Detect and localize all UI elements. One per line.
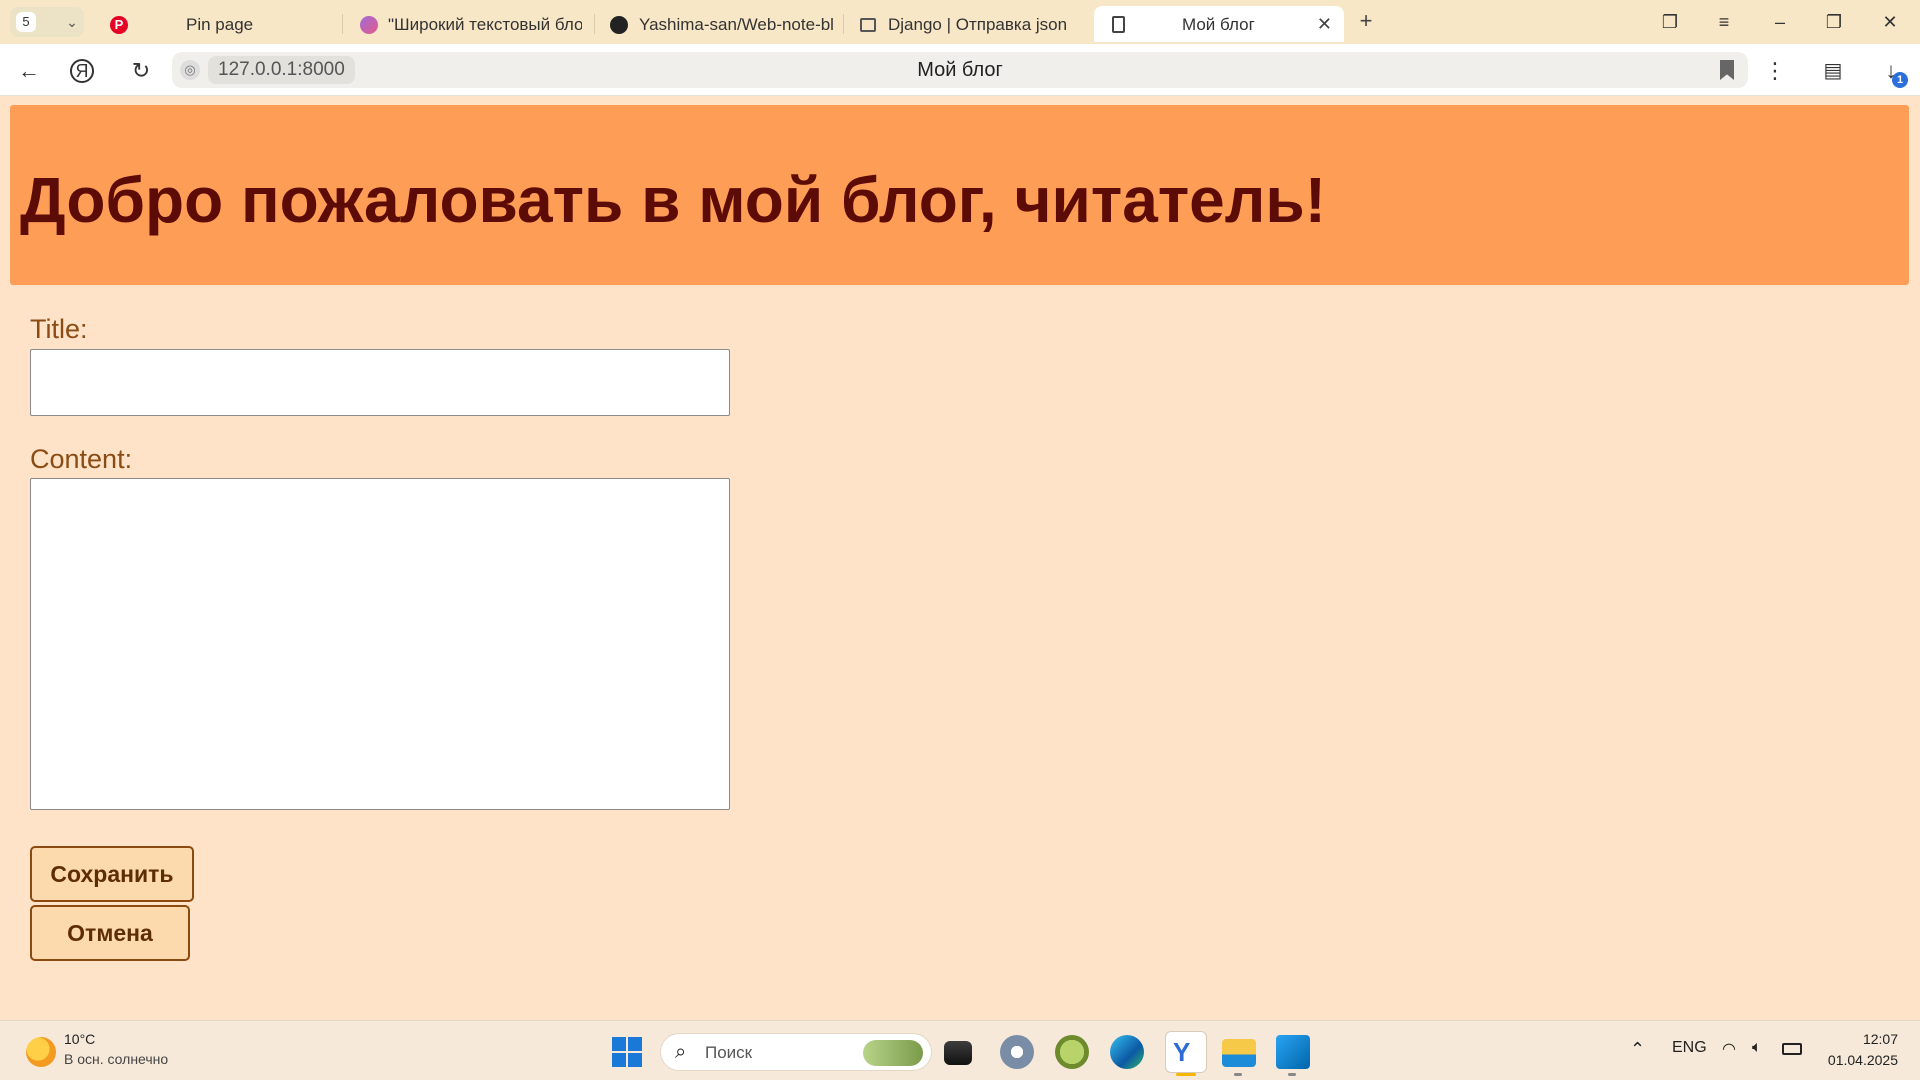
address-page-title: Мой блог bbox=[917, 59, 1003, 81]
content-label: Content: bbox=[30, 444, 133, 474]
weather-temperature[interactable]: 10°C bbox=[64, 1031, 95, 1047]
windows-start-icon[interactable] bbox=[612, 1037, 642, 1067]
app-swirl-icon[interactable] bbox=[1000, 1035, 1034, 1069]
back-icon[interactable]: ← bbox=[14, 56, 44, 86]
tab-title: Yashima-san/Web-note-bl bbox=[639, 15, 834, 34]
tab-separator bbox=[342, 14, 343, 34]
pinterest-icon: P bbox=[110, 16, 128, 34]
reader-icon[interactable]: ▤ bbox=[1818, 56, 1848, 86]
tab-separator bbox=[843, 14, 844, 34]
tab-count-badge: 5 bbox=[16, 12, 36, 32]
language-indicator[interactable]: ENG bbox=[1672, 1039, 1707, 1057]
tab-title: Pin page bbox=[186, 15, 254, 34]
menu-icon[interactable]: ≡ bbox=[1708, 8, 1740, 36]
yandex-icon[interactable]: Я bbox=[70, 59, 94, 83]
content-textarea[interactable] bbox=[30, 478, 730, 810]
download-count-badge: 1 bbox=[1892, 72, 1908, 88]
page-icon bbox=[1112, 16, 1125, 33]
search-placeholder: Поиск bbox=[705, 1043, 753, 1062]
clock-date: 01.04.2025 bbox=[1827, 1052, 1898, 1068]
edge-icon[interactable] bbox=[1110, 1035, 1144, 1069]
close-window-icon[interactable]: ✕ bbox=[1874, 8, 1906, 36]
tab-separator bbox=[594, 14, 595, 34]
battery-icon[interactable] bbox=[1782, 1043, 1802, 1055]
weather-description[interactable]: В осн. солнечно bbox=[64, 1051, 168, 1067]
ai-chat-icon bbox=[360, 16, 378, 34]
page-header: Добро пожаловать в мой блог, читатель! bbox=[10, 105, 1909, 285]
taskbar-clock[interactable]: 12:07 01.04.2025 bbox=[1828, 1029, 1898, 1071]
collections-icon[interactable]: ❐ bbox=[1654, 8, 1686, 36]
chevron-down-icon[interactable]: ⌄ bbox=[62, 11, 82, 33]
tab-pin-page[interactable]: P Pin page bbox=[100, 6, 338, 42]
close-icon[interactable]: ✕ bbox=[1317, 14, 1332, 34]
tab-title: Django | Отправка json bbox=[888, 15, 1068, 34]
search-icon: ⌕ bbox=[675, 1041, 687, 1063]
tab-django-json[interactable]: Django | Отправка json bbox=[850, 6, 1090, 42]
tab-wide-text-block[interactable]: "Широкий текстовый бло bbox=[350, 6, 590, 42]
tab-title: Мой блог bbox=[1182, 15, 1255, 34]
app-lime-icon[interactable] bbox=[1055, 1035, 1089, 1069]
app-indicator bbox=[1288, 1073, 1296, 1076]
task-view-icon[interactable] bbox=[944, 1041, 972, 1065]
tab-title: "Широкий текстовый бло bbox=[388, 15, 582, 34]
title-label: Title: bbox=[30, 314, 88, 344]
tab-my-blog[interactable]: Мой блог ✕ bbox=[1094, 6, 1344, 42]
vscode-icon[interactable] bbox=[1276, 1035, 1310, 1069]
tab-github-repo[interactable]: Yashima-san/Web-note-bl bbox=[600, 6, 840, 42]
file-explorer-icon[interactable] bbox=[1222, 1039, 1256, 1067]
windows-taskbar: 10°C В осн. солнечно ⌕ Поиск Y ⌃ ENG ◠ 🔈… bbox=[0, 1020, 1920, 1080]
restore-icon[interactable]: ❐ bbox=[1818, 8, 1850, 36]
cancel-button[interactable]: Отмена bbox=[30, 905, 190, 961]
weather-sun-icon[interactable] bbox=[26, 1037, 56, 1067]
gmail-icon bbox=[860, 18, 876, 32]
search-highlight-image bbox=[863, 1040, 923, 1066]
active-app-indicator bbox=[1176, 1073, 1196, 1076]
github-icon bbox=[610, 16, 628, 34]
wifi-icon[interactable]: ◠ bbox=[1722, 1039, 1736, 1059]
app-indicator bbox=[1234, 1073, 1242, 1076]
page-heading: Добро пожаловать в мой блог, читатель! bbox=[20, 164, 1327, 236]
address-bar[interactable]: ◎ 127.0.0.1:8000 Мой блог bbox=[172, 52, 1748, 88]
new-tab-icon[interactable]: + bbox=[1354, 10, 1378, 34]
save-button[interactable]: Сохранить bbox=[30, 846, 194, 902]
more-icon[interactable]: ⋮ bbox=[1760, 56, 1790, 86]
chevron-up-icon[interactable]: ⌃ bbox=[1630, 1039, 1645, 1060]
minimize-icon[interactable]: – bbox=[1764, 8, 1796, 36]
yandex-browser-icon[interactable]: Y bbox=[1165, 1031, 1207, 1073]
taskbar-search[interactable]: ⌕ Поиск bbox=[660, 1033, 932, 1071]
browser-tab-strip: 5 ⌄ P Pin page "Широкий текстовый бло Ya… bbox=[0, 0, 1920, 44]
clock-time: 12:07 bbox=[1862, 1031, 1898, 1047]
reload-icon[interactable]: ↻ bbox=[126, 56, 156, 86]
volume-icon[interactable]: 🔈︎ bbox=[1752, 1039, 1762, 1057]
title-input[interactable] bbox=[30, 349, 730, 416]
tab-counter[interactable]: 5 ⌄ bbox=[10, 7, 84, 37]
page-content: Добро пожаловать в мой блог, читатель! T… bbox=[0, 96, 1920, 1020]
browser-navbar: ← Я ↻ ◎ 127.0.0.1:8000 Мой блог ⋮ ▤ ↓ bbox=[0, 44, 1920, 96]
